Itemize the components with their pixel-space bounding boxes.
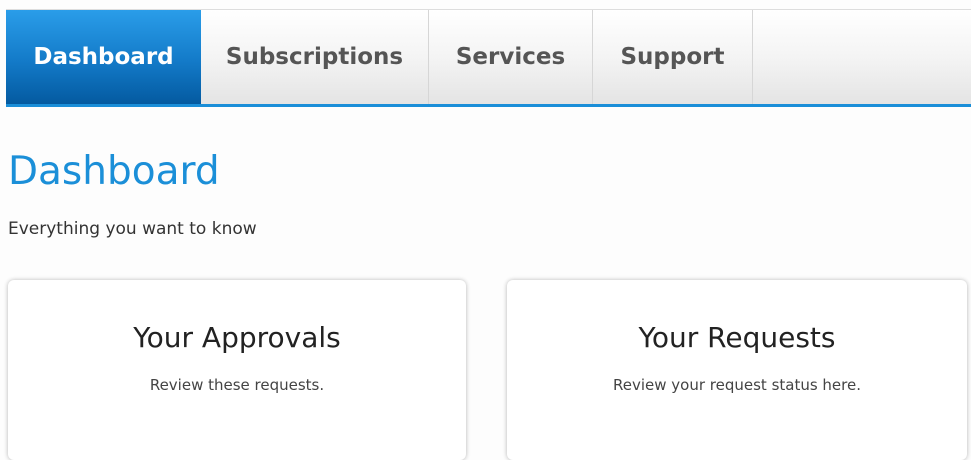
- page-title: Dashboard: [8, 149, 220, 194]
- approvals-card-title: Your Approvals: [133, 321, 341, 354]
- main-nav: Dashboard Subscriptions Services Support: [6, 9, 971, 104]
- requests-card[interactable]: Your Requests Review your request status…: [507, 280, 967, 460]
- tab-subscriptions[interactable]: Subscriptions: [201, 10, 429, 104]
- tab-dashboard[interactable]: Dashboard: [6, 10, 201, 104]
- approvals-card-description: Review these requests.: [149, 376, 325, 394]
- requests-card-title: Your Requests: [638, 321, 836, 354]
- tab-support[interactable]: Support: [593, 10, 753, 104]
- approvals-card[interactable]: Your Approvals Review these requests.: [8, 280, 466, 460]
- requests-card-description: Review your request status here.: [613, 376, 861, 394]
- nav-underline: [6, 104, 971, 107]
- page-subtitle: Everything you want to know: [8, 219, 257, 239]
- tab-services[interactable]: Services: [429, 10, 593, 104]
